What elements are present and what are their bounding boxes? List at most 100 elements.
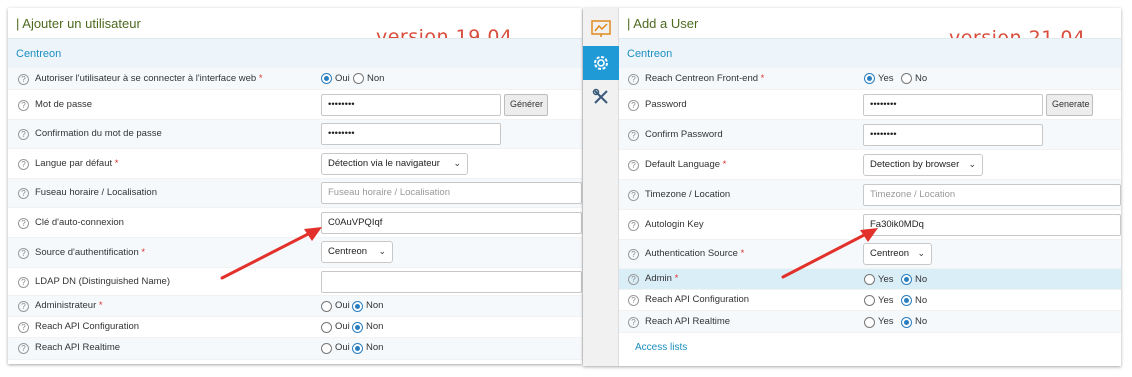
row-label: Reach API Realtime	[35, 342, 121, 353]
sidebar-item-administration[interactable]	[583, 80, 619, 114]
auth-source-select[interactable]: Centreon ⌄	[321, 241, 393, 263]
access-lists-link[interactable]: Access lists	[635, 342, 687, 353]
autologin-key-input[interactable]: C0AuVPQIqf	[321, 212, 582, 234]
password-input[interactable]: ••••••••	[863, 94, 1043, 116]
chevron-down-icon: ⌄	[917, 248, 925, 258]
form-row: ? Password •••••••• Generate	[619, 90, 1121, 120]
help-icon[interactable]: ?	[18, 129, 29, 140]
select-value: Centreon	[328, 246, 368, 257]
annotation-arrow	[781, 228, 878, 279]
row-label: Authentication Source	[645, 248, 738, 259]
radio-non[interactable]	[352, 301, 363, 312]
radio-no[interactable]	[901, 295, 912, 306]
radio-non[interactable]	[352, 322, 363, 333]
row-label: Mot de passe	[35, 99, 93, 110]
chevron-down-icon: ⌄	[453, 158, 461, 168]
confirm-password-input[interactable]: ••••••••	[863, 124, 1043, 146]
help-icon[interactable]: ?	[628, 220, 639, 231]
row-label: Source d'authentification	[35, 247, 139, 258]
language-select[interactable]: Detection by browser ⌄	[863, 154, 983, 176]
timezone-input[interactable]: Fuseau horaire / Localisation	[321, 182, 582, 204]
radio-no[interactable]	[901, 274, 912, 285]
help-icon[interactable]: ?	[628, 130, 639, 141]
help-icon[interactable]: ?	[628, 317, 639, 328]
radio-oui[interactable]	[321, 301, 332, 312]
required-marker: *	[740, 248, 745, 259]
row-label: Langue par défaut	[35, 158, 113, 169]
help-icon[interactable]: ?	[628, 100, 639, 111]
radio-non[interactable]	[352, 343, 363, 354]
radio-label: No	[915, 316, 928, 327]
radio-yes[interactable]	[864, 295, 875, 306]
help-icon[interactable]: ?	[18, 159, 29, 170]
chevron-down-icon: ⌄	[378, 246, 386, 256]
radio-no[interactable]	[901, 73, 912, 84]
radio-oui[interactable]	[321, 322, 332, 333]
help-icon[interactable]: ?	[18, 74, 29, 85]
radio-yes[interactable]	[864, 317, 875, 328]
required-marker: *	[722, 159, 727, 170]
help-icon[interactable]: ?	[18, 248, 29, 259]
radio-oui[interactable]	[321, 73, 332, 84]
gear-icon	[594, 56, 608, 70]
select-value: Detection by browser	[870, 159, 960, 170]
row-label: Clé d'auto-connexion	[35, 217, 124, 228]
radio-no[interactable]	[901, 317, 912, 328]
help-icon[interactable]: ?	[628, 190, 639, 201]
help-icon[interactable]: ?	[628, 74, 639, 85]
radio-label: Non	[367, 73, 385, 84]
radio-label: No	[915, 73, 928, 84]
required-marker: *	[258, 73, 263, 84]
form-row: ? Reach API Configuration Oui Non	[8, 317, 582, 338]
form-panel-v19: | Ajouter un utilisateur version 19.04 C…	[8, 8, 582, 364]
radio-oui[interactable]	[321, 343, 332, 354]
required-marker: *	[114, 158, 119, 169]
radio-label: Oui	[335, 321, 350, 332]
password-input[interactable]: ••••••••	[321, 94, 501, 116]
row-label: Reach API Configuration	[35, 321, 140, 332]
autologin-key-input[interactable]: Fa30ik0MDq	[863, 214, 1121, 236]
chart-icon	[591, 20, 611, 37]
radio-label: Non	[366, 300, 384, 311]
help-icon[interactable]: ?	[18, 218, 29, 229]
form-row: ? Timezone / Location Timezone / Locatio…	[619, 180, 1121, 210]
form-row: ? Reach API Realtime Yes No	[619, 311, 1121, 333]
required-marker: *	[760, 73, 765, 84]
help-icon[interactable]: ?	[628, 160, 639, 171]
help-icon[interactable]: ?	[628, 274, 639, 285]
help-icon[interactable]: ?	[18, 188, 29, 199]
form-row: ? Fuseau horaire / Localisation Fuseau h…	[8, 179, 582, 208]
row-label: Fuseau horaire / Localisation	[35, 187, 157, 198]
form-row: ? Confirm Password ••••••••	[619, 120, 1121, 150]
language-select[interactable]: Détection via le navigateur ⌄	[321, 153, 468, 175]
generate-button[interactable]: Générer	[504, 94, 548, 116]
form-row: ? Reach API Configuration Yes No	[619, 290, 1121, 311]
timezone-input[interactable]: Timezone / Location	[863, 184, 1121, 206]
sidebar-item-monitoring[interactable]	[583, 12, 619, 46]
generate-button[interactable]: Generate	[1046, 94, 1093, 116]
confirm-password-input[interactable]: ••••••••	[321, 123, 501, 145]
row-label: Reach API Configuration	[645, 294, 750, 305]
row-label: Autologin Key	[645, 219, 704, 230]
sidebar-item-configuration[interactable]	[583, 46, 619, 80]
radio-label: No	[915, 295, 928, 306]
help-icon[interactable]: ?	[18, 301, 29, 312]
help-icon[interactable]: ?	[18, 100, 29, 111]
help-icon[interactable]: ?	[18, 322, 29, 333]
section-title: Centreon	[8, 38, 582, 68]
radio-yes[interactable]	[864, 73, 875, 84]
help-icon[interactable]: ?	[18, 277, 29, 288]
radio-label: Non	[366, 321, 384, 332]
help-icon[interactable]: ?	[18, 343, 29, 354]
row-label: Confirm Password	[645, 129, 723, 140]
form-row: ? Autoriser l'utilisateur à se connecter…	[8, 68, 582, 90]
ldap-dn-input[interactable]	[321, 271, 582, 293]
help-icon[interactable]: ?	[628, 249, 639, 260]
radio-label: Oui	[335, 73, 350, 84]
form-row: ? Administrateur * Oui Non	[8, 296, 582, 317]
help-icon[interactable]: ?	[628, 295, 639, 306]
radio-non[interactable]	[353, 73, 364, 84]
required-marker: *	[98, 300, 103, 311]
required-marker: *	[141, 247, 146, 258]
row-label: Autoriser l'utilisateur à se connecter à…	[35, 73, 257, 84]
